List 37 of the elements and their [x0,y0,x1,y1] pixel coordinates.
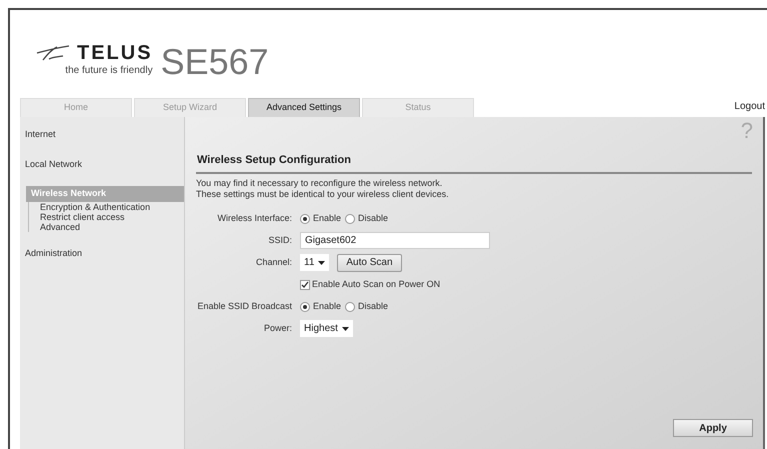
field-label: SSID: [268,234,292,245]
logout-link[interactable]: Logout [734,99,765,114]
sidebar-subitem[interactable]: Restrict client access [40,212,184,222]
radio-label: Disable [358,300,388,313]
description-text: These settings must be identical to your wireless client devices. [196,188,450,200]
radio-label: Enable [313,212,342,225]
radio-button[interactable] [300,302,310,312]
radio-button[interactable] [345,214,356,224]
sidebar-subitem[interactable]: Encryption & Authentication [40,202,184,212]
caret-icon [318,260,326,264]
caret-icon [342,326,349,330]
sidebar-item[interactable]: Administration [20,246,184,261]
tagline: the future is friendly [65,64,153,78]
radio-label: Enable [313,300,342,313]
field-label: Enable SSID Broadcast [197,300,292,311]
nav-tab[interactable]: Advanced Settings [248,98,360,117]
sidebar-item[interactable]: Local Network [20,156,184,172]
radio-button[interactable] [345,302,356,312]
ssid-field[interactable]: Gigaset602 [300,232,490,249]
swoosh-logo-icon [35,45,71,61]
sidebar-subitem[interactable]: Advanced [40,222,184,232]
description-text: You may find it necessary to reconfigure the wireless network. [196,178,444,188]
field-label: Wireless Interface: [217,212,292,223]
sidebar-item[interactable]: Internet [20,127,184,142]
apply-button[interactable]: Apply [673,419,753,437]
auto-scan-button[interactable]: Auto Scan [337,254,402,272]
model-name: SE567 [160,44,269,80]
dropdown[interactable]: Highest [300,320,353,337]
field-label: Power: [264,322,292,333]
dropdown[interactable]: 11 [300,254,330,271]
checkbox-label: Enable Auto Scan on Power ON [312,278,440,291]
field-label: Channel: [256,256,292,267]
checkbox[interactable] [300,280,310,290]
section-title: Wireless Setup Configuration [197,154,351,166]
brand-name: TELUS [77,43,153,63]
radio-label: Disable [358,212,388,225]
radio-button[interactable] [300,214,310,224]
